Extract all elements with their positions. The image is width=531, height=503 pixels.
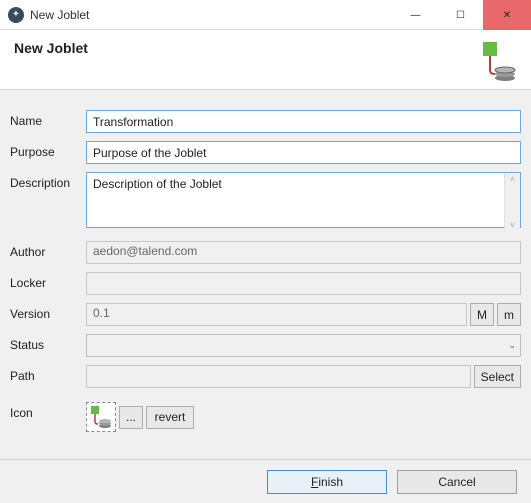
purpose-input[interactable] — [86, 141, 521, 164]
maximize-button[interactable]: ☐ — [438, 0, 483, 30]
joblet-icon — [475, 40, 517, 82]
row-locker: Locker — [10, 272, 521, 295]
row-purpose: Purpose — [10, 141, 521, 164]
status-label: Status — [10, 334, 86, 352]
chevron-up-icon: ˄ — [510, 175, 515, 184]
path-field — [86, 365, 471, 388]
row-author: Author aedon@talend.com — [10, 241, 521, 264]
row-version: Version 0.1 M m — [10, 303, 521, 326]
icon-browse-button[interactable]: ... — [119, 406, 143, 429]
row-status: Status ⌄ — [10, 334, 521, 357]
chevron-down-icon: ˅ — [510, 221, 515, 230]
row-path: Path Select — [10, 365, 521, 388]
form-area: Name Purpose Description Description of … — [0, 90, 531, 450]
locker-field — [86, 272, 521, 295]
dialog-header: New Joblet — [0, 30, 531, 90]
path-label: Path — [10, 365, 86, 383]
row-icon: Icon ... revert — [10, 402, 521, 432]
version-minor-button[interactable]: m — [497, 303, 521, 326]
locker-label: Locker — [10, 272, 86, 290]
titlebar: ✦ New Joblet — ☐ ✕ — [0, 0, 531, 30]
finish-button[interactable]: Finish — [267, 470, 387, 494]
row-description: Description Description of the Joblet ˄ … — [10, 172, 521, 233]
path-select-button[interactable]: Select — [474, 365, 521, 388]
finish-label-u: F — [311, 475, 318, 489]
author-field: aedon@talend.com — [86, 241, 521, 264]
purpose-label: Purpose — [10, 141, 86, 159]
icon-preview — [86, 402, 116, 432]
description-textarea[interactable]: Description of the Joblet — [86, 172, 521, 228]
icon-label: Icon — [10, 402, 86, 420]
name-label: Name — [10, 110, 86, 128]
name-input[interactable] — [86, 110, 521, 133]
close-button[interactable]: ✕ — [483, 0, 531, 30]
version-major-button[interactable]: M — [470, 303, 494, 326]
minimize-button[interactable]: — — [393, 0, 438, 30]
version-label: Version — [10, 303, 86, 321]
window-title: New Joblet — [30, 8, 393, 22]
row-name: Name — [10, 110, 521, 133]
status-dropdown[interactable]: ⌄ — [86, 334, 521, 357]
cancel-button[interactable]: Cancel — [397, 470, 517, 494]
textarea-scrollbar[interactable]: ˄ ˅ — [504, 173, 520, 232]
app-icon: ✦ — [8, 7, 24, 23]
version-field: 0.1 — [86, 303, 467, 326]
icon-revert-button[interactable]: revert — [146, 406, 194, 429]
finish-label-post: inish — [318, 475, 343, 489]
page-title: New Joblet — [14, 40, 88, 56]
chevron-down-icon: ⌄ — [508, 340, 516, 351]
description-label: Description — [10, 172, 86, 190]
author-label: Author — [10, 241, 86, 259]
dialog-footer: Finish Cancel — [0, 459, 531, 503]
window-buttons: — ☐ ✕ — [393, 0, 531, 29]
